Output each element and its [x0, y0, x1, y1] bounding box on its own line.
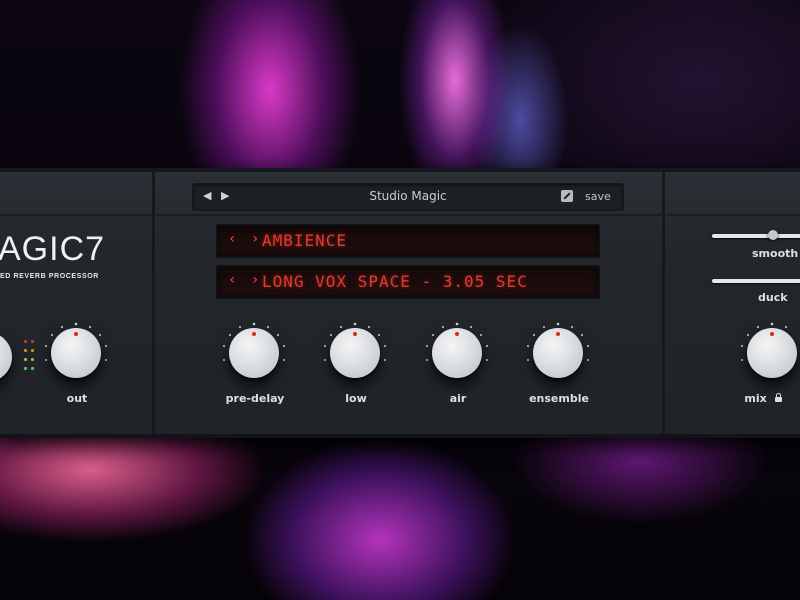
- ensemble-label: ensemble: [529, 392, 589, 405]
- left-section: AGIC7 ED REVERB PROCESSOR out: [0, 172, 155, 434]
- plugin-panel: AGIC7 ED REVERB PROCESSOR out ◀ ▶ Studio…: [0, 168, 800, 438]
- mix-knob[interactable]: [747, 328, 797, 378]
- plugin-logo: AGIC7: [0, 230, 106, 268]
- category-nav-arrows[interactable]: ‹ ›: [228, 231, 262, 247]
- right-section: smooth duck mix: [666, 172, 800, 434]
- mix-label: mix: [718, 392, 800, 405]
- low-knob[interactable]: [330, 328, 380, 378]
- program-display[interactable]: ‹ › LONG VOX SPACE - 3.05 SEC: [216, 265, 600, 299]
- duck-label: duck: [758, 291, 788, 304]
- divider: [156, 214, 662, 216]
- lock-icon[interactable]: [774, 393, 782, 402]
- out-knob-group: out: [32, 322, 122, 422]
- out-knob[interactable]: [51, 328, 101, 378]
- save-icon[interactable]: [561, 190, 573, 202]
- smooth-slider-thumb[interactable]: [768, 230, 778, 240]
- air-label: air: [449, 392, 467, 405]
- mix-label-text: mix: [744, 392, 767, 405]
- ensemble-knob[interactable]: [533, 328, 583, 378]
- mix-knob-group: mix: [728, 322, 800, 422]
- program-nav-arrows[interactable]: ‹ ›: [228, 272, 262, 288]
- save-button[interactable]: save: [585, 190, 611, 203]
- knob-indicator: [252, 332, 256, 336]
- air-knob-group: air: [413, 322, 503, 422]
- low-knob-group: low: [311, 322, 401, 422]
- knob-indicator: [556, 332, 560, 336]
- pre-delay-label: pre-delay: [225, 392, 285, 405]
- category-display[interactable]: ‹ › AMBIENCE: [216, 224, 600, 258]
- out-label: out: [66, 392, 88, 405]
- input-knob[interactable]: [0, 332, 12, 382]
- knob-indicator: [455, 332, 459, 336]
- low-label: low: [345, 392, 367, 405]
- preset-bar: ◀ ▶ Studio Magic save: [192, 183, 624, 211]
- knob-indicator: [770, 332, 774, 336]
- knob-indicator: [74, 332, 78, 336]
- main-section: ◀ ▶ Studio Magic save ‹ › AMBIENCE ‹ › L…: [156, 172, 665, 434]
- pre-delay-knob[interactable]: [229, 328, 279, 378]
- divider: [666, 214, 800, 216]
- divider: [0, 214, 152, 216]
- pre-delay-knob-group: pre-delay: [210, 322, 300, 422]
- ensemble-knob-group: ensemble: [514, 322, 604, 422]
- duck-slider[interactable]: [712, 279, 800, 283]
- plugin-subtitle: ED REVERB PROCESSOR: [0, 273, 99, 280]
- program-text: LONG VOX SPACE - 3.05 SEC: [262, 272, 528, 291]
- category-text: AMBIENCE: [262, 231, 348, 250]
- air-knob[interactable]: [432, 328, 482, 378]
- smooth-label: smooth: [752, 247, 799, 260]
- knob-indicator: [353, 332, 357, 336]
- smooth-slider[interactable]: [712, 230, 800, 240]
- preset-name[interactable]: Studio Magic: [193, 189, 623, 203]
